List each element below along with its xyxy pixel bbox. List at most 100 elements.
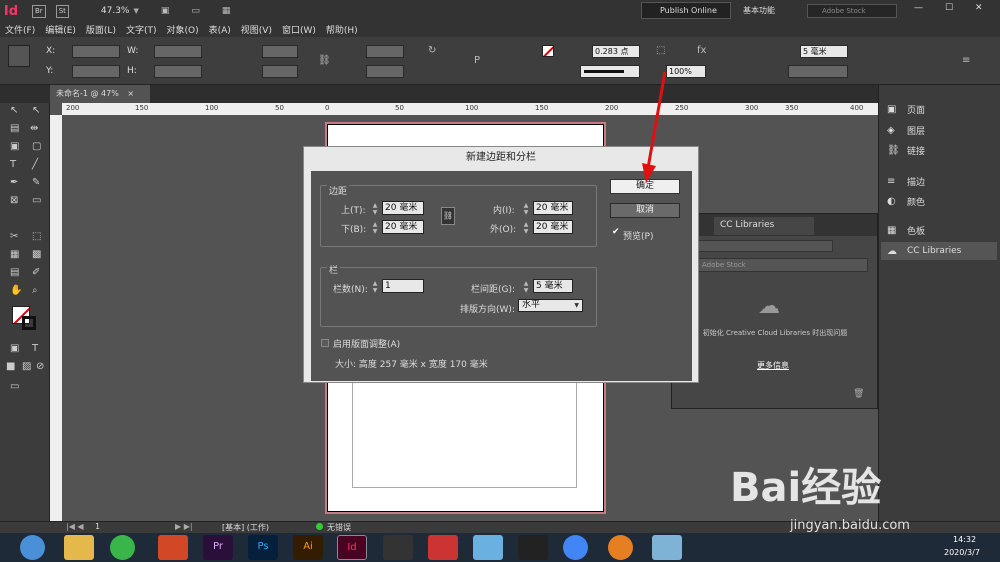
h-field[interactable] [154, 65, 202, 78]
minimize-icon[interactable]: — [914, 3, 923, 13]
margin-link-icon[interactable]: ⛓ [441, 207, 455, 225]
stock-button[interactable]: St [55, 4, 69, 18]
fill-stroke-swatch[interactable] [12, 306, 38, 332]
top-margin-field[interactable]: 20 毫米 [382, 201, 424, 215]
reference-point-icon[interactable] [8, 45, 30, 67]
fill-none-icon[interactable] [542, 45, 554, 57]
clock-date[interactable]: 2020/3/7 [944, 548, 980, 557]
panel-item-layers[interactable]: ◈ 图层 [887, 124, 925, 137]
app-icon[interactable] [428, 535, 458, 560]
menu-object[interactable]: 对象(O) [167, 23, 199, 36]
eyedropper-tool-icon[interactable]: ✐ [32, 267, 40, 278]
type-tool-icon[interactable]: T [10, 159, 16, 170]
content-collector-icon[interactable]: ▣ [10, 141, 19, 152]
indesign-icon[interactable]: Id [337, 535, 367, 560]
scale-y-field[interactable] [262, 65, 298, 78]
cc-libraries-tab[interactable]: CC Libraries [714, 217, 814, 235]
page-tool-icon[interactable]: ▤ [10, 123, 19, 134]
menu-type[interactable]: 文字(T) [126, 23, 157, 36]
pencil-tool-icon[interactable]: ✎ [32, 177, 40, 188]
top-margin-stepper[interactable]: ▲ ▼ [370, 202, 380, 216]
bottom-margin-stepper[interactable]: ▲ ▼ [370, 221, 380, 235]
rotate-field[interactable] [366, 45, 404, 58]
bridge-button[interactable]: Br [32, 4, 46, 18]
cancel-button[interactable]: 取消 [610, 203, 680, 218]
rectangle-tool-icon[interactable]: ▭ [32, 195, 41, 206]
content-placer-icon[interactable]: ▢ [32, 141, 41, 152]
qq-icon[interactable] [518, 535, 548, 560]
free-transform-tool-icon[interactable]: ⬚ [32, 231, 41, 242]
clock-time[interactable]: 14:32 [953, 535, 976, 544]
line-tool-icon[interactable]: ╱ [32, 159, 38, 170]
powerpoint-icon[interactable] [158, 535, 188, 560]
direction-select[interactable]: 水平 ▼ [518, 299, 583, 312]
workspace-switcher[interactable]: 基本功能 [743, 5, 775, 16]
browser-icon[interactable] [608, 535, 633, 560]
panel-item-swatches[interactable]: ▦ 色板 [887, 224, 925, 237]
screen-mode-icon[interactable]: ▭ [191, 6, 200, 16]
layout-adjust-checkbox[interactable] [321, 339, 329, 347]
stock-search-field[interactable]: Adobe Stock [698, 258, 868, 272]
scale-x-field[interactable] [262, 45, 298, 58]
stroke-type-select[interactable] [580, 65, 640, 78]
panel-item-stroke[interactable]: ≡ 描边 [887, 175, 925, 188]
photoshop-icon[interactable]: Ps [248, 535, 278, 560]
rectangle-frame-tool-icon[interactable]: ⊠ [10, 195, 18, 206]
column-count-field[interactable]: 1 [382, 279, 424, 293]
outside-margin-stepper[interactable]: ▲ ▼ [521, 221, 531, 235]
premiere-icon[interactable]: Pr [203, 535, 233, 560]
screen-mode-tool-icon[interactable]: ▭ [10, 381, 19, 392]
view-options-icon[interactable]: ▣ [161, 6, 170, 16]
menu-window[interactable]: 窗口(W) [282, 23, 316, 36]
menu-help[interactable]: 帮助(H) [326, 23, 358, 36]
flip-icon[interactable]: P [474, 55, 480, 67]
apply-none-icon[interactable]: ⊘ [36, 361, 44, 372]
gradient-feather-tool-icon[interactable]: ▩ [32, 249, 41, 260]
close-icon[interactable]: ✕ [975, 3, 983, 13]
gradient-tool-icon[interactable]: ▦ [10, 249, 19, 260]
gutter-stepper[interactable]: ▲ ▼ [521, 280, 531, 294]
rotate-icon[interactable]: ↻ [428, 45, 436, 57]
page-number-field[interactable]: 1 [95, 522, 100, 531]
formatting-container-icon[interactable]: ▣ [10, 343, 19, 354]
alignment-select[interactable] [788, 65, 848, 78]
outside-margin-field[interactable]: 20 毫米 [533, 220, 573, 234]
inside-margin-stepper[interactable]: ▲ ▼ [521, 202, 531, 216]
library-select[interactable] [698, 240, 833, 252]
menu-edit[interactable]: 编辑(E) [45, 23, 76, 36]
gap-tool-icon[interactable]: ⇹ [30, 123, 38, 134]
stroke-weight-field[interactable]: 0.283 点 [592, 45, 640, 58]
formatting-text-icon[interactable]: T [32, 343, 38, 354]
file-explorer-icon[interactable] [64, 535, 94, 560]
gap-field[interactable]: 5 毫米 [800, 45, 848, 58]
error-status[interactable]: 无错误 [327, 522, 351, 533]
video-editor-icon[interactable] [383, 535, 413, 560]
constrain-link-icon[interactable]: ⛓ [318, 55, 331, 67]
inside-margin-field[interactable]: 20 毫米 [533, 201, 573, 215]
document-tab[interactable]: 未命名-1 @ 47% × [50, 85, 150, 103]
arrange-icon[interactable]: ▦ [222, 6, 231, 16]
apply-gradient-icon[interactable]: ▨ [22, 361, 31, 372]
x-field[interactable] [72, 45, 120, 58]
illustrator-icon[interactable]: Ai [293, 535, 323, 560]
menu-icon[interactable]: ≡ [962, 55, 970, 67]
note-tool-icon[interactable]: ▤ [10, 267, 19, 278]
zoom-tool-icon[interactable]: ⌕ [32, 285, 38, 296]
publish-online-button[interactable]: Publish Online [641, 2, 731, 19]
start-icon[interactable] [20, 535, 45, 560]
trash-icon[interactable]: 🗑 [853, 389, 864, 399]
frame-fitting-icon[interactable]: ⬚ [656, 45, 665, 57]
notes-icon[interactable] [652, 535, 682, 560]
preview-checkmark-icon[interactable]: ✔ [612, 227, 620, 237]
gutter-field[interactable]: 5 毫米 [533, 279, 573, 293]
panel-item-color[interactable]: ◐ 颜色 [887, 195, 925, 208]
maximize-icon[interactable]: ☐ [945, 3, 953, 13]
w-field[interactable] [154, 45, 202, 58]
bird-icon[interactable] [473, 535, 503, 560]
zoom-level[interactable]: 47.3% [101, 6, 130, 16]
apply-color-icon[interactable]: ■ [6, 361, 15, 372]
menu-layout[interactable]: 版面(L) [86, 23, 116, 36]
shear-field[interactable] [366, 65, 404, 78]
fx-icon[interactable]: fx [697, 45, 706, 57]
bottom-margin-field[interactable]: 20 毫米 [382, 220, 424, 234]
